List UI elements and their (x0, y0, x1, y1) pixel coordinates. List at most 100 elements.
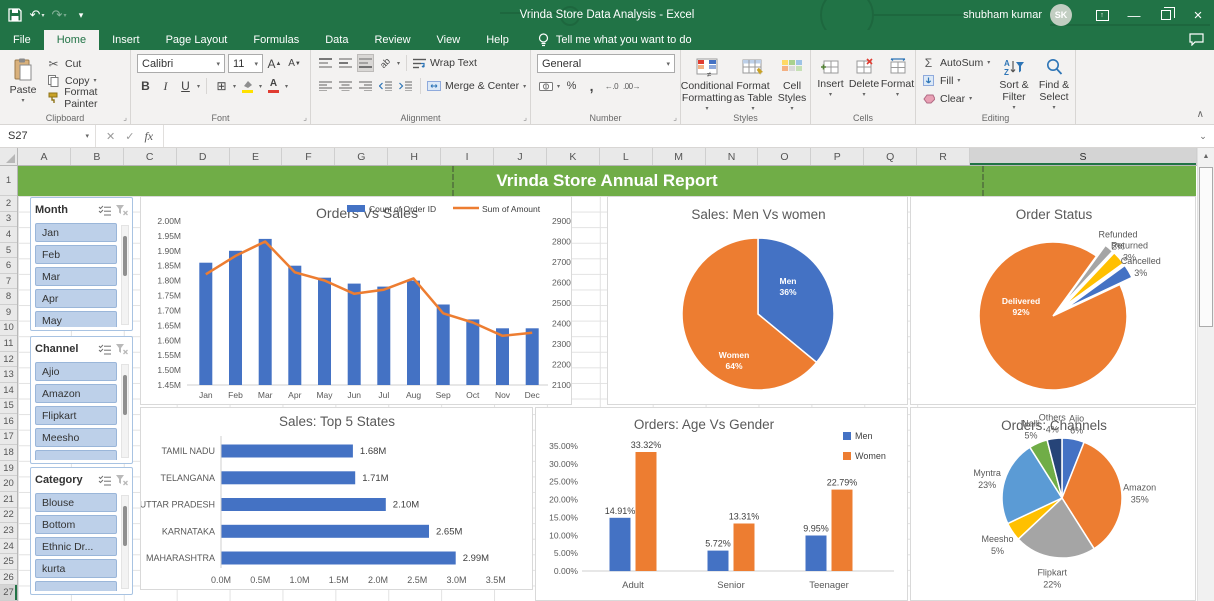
row-header[interactable]: 26 (0, 570, 17, 586)
cancel-formula-icon[interactable]: ✕ (106, 130, 115, 143)
clipboard-dialog-launcher-icon[interactable]: ⌟ (123, 113, 127, 122)
row-header[interactable]: 4 (0, 227, 17, 243)
user-name[interactable]: shubham kumar (963, 9, 1042, 21)
slicer-item[interactable]: Feb (35, 245, 117, 264)
decrease-indent-icon[interactable] (377, 77, 394, 95)
sort-filter-button[interactable]: AZ Sort & Filter▾ (994, 53, 1034, 112)
slicer-item[interactable]: Apr (35, 289, 117, 308)
slicer-item[interactable] (35, 581, 117, 591)
ribbon-tab[interactable]: Help (473, 30, 522, 50)
ribbon-tab[interactable]: Insert (99, 30, 153, 50)
row-header[interactable]: 25 (0, 554, 17, 570)
column-header[interactable]: G (335, 148, 388, 165)
multi-select-icon[interactable] (98, 475, 112, 486)
cut-button[interactable]: ✂Cut (46, 55, 130, 72)
row-header[interactable]: 20 (0, 476, 17, 492)
slicer-item[interactable]: Flipkart (35, 406, 117, 425)
row-header[interactable]: 8 (0, 289, 17, 305)
orientation-icon[interactable]: ab (377, 54, 394, 72)
column-header[interactable]: J (494, 148, 547, 165)
row-header[interactable]: 15 (0, 399, 17, 415)
undo-icon[interactable]: ↶▾ (28, 4, 46, 26)
ribbon-tab[interactable]: View (424, 30, 474, 50)
formula-input[interactable] (164, 125, 1192, 147)
minimize-icon[interactable]: — (1118, 0, 1150, 30)
clear-filter-icon[interactable] (115, 343, 128, 355)
number-dialog-launcher-icon[interactable]: ⌟ (673, 113, 677, 122)
insert-function-icon[interactable]: fx (144, 129, 153, 144)
paste-button[interactable]: Paste ▾ (4, 53, 42, 105)
column-header[interactable]: Q (864, 148, 917, 165)
accounting-format-icon[interactable] (537, 77, 554, 95)
format-cells-button[interactable]: Format▾ (881, 53, 914, 99)
decrease-font-icon[interactable]: A▼ (286, 55, 303, 73)
column-header[interactable]: D (177, 148, 230, 165)
row-header[interactable]: 23 (0, 523, 17, 539)
row-header[interactable]: 16 (0, 414, 17, 430)
chart-order-status[interactable]: Order StatusRefunded2%Returned3%Cancelle… (910, 196, 1196, 405)
alignment-dialog-launcher-icon[interactable]: ⌟ (523, 113, 527, 122)
row-header[interactable]: 2 (0, 196, 17, 212)
font-name-combo[interactable]: Calibri▾ (137, 54, 225, 73)
clear-filter-icon[interactable] (115, 474, 128, 486)
slicer-category[interactable]: Category BlouseBottomEthnic Dr...kurta (30, 467, 133, 595)
scroll-thumb[interactable] (1199, 167, 1213, 327)
slicer-item[interactable]: Jan (35, 223, 117, 242)
row-header[interactable]: 27 (0, 585, 17, 601)
column-header[interactable]: L (600, 148, 653, 165)
wrap-text-button[interactable]: Wrap Text (413, 55, 477, 72)
align-center-icon[interactable] (337, 77, 354, 95)
ribbon-tab[interactable]: File (0, 30, 44, 50)
expand-formula-bar-icon[interactable]: ⌄ (1192, 125, 1214, 147)
clear-button[interactable]: Clear▾ (921, 90, 990, 107)
row-header[interactable]: 6 (0, 258, 17, 274)
font-dialog-launcher-icon[interactable]: ⌟ (303, 113, 307, 122)
row-header[interactable]: 9 (0, 305, 17, 321)
font-color-icon[interactable]: A (265, 77, 282, 95)
chart-orders-channels[interactable]: Orders: ChannelsAjio6%Amazon35%Flipkart2… (910, 407, 1196, 601)
ribbon-tab[interactable]: Page Layout (153, 30, 241, 50)
column-header[interactable]: O (758, 148, 811, 165)
row-header[interactable]: 18 (0, 445, 17, 461)
column-header[interactable]: C (124, 148, 177, 165)
find-select-button[interactable]: Find & Select▾ (1034, 53, 1074, 112)
slicer-month[interactable]: Month JanFebMarAprMay (30, 197, 133, 331)
format-as-table-button[interactable]: Format as Table▾ (731, 53, 775, 113)
row-header[interactable]: 24 (0, 539, 17, 555)
dashboard-title-cell[interactable]: Vrinda Store Annual Report (18, 166, 1196, 196)
column-header[interactable]: E (230, 148, 283, 165)
chart-sales-top-5-states[interactable]: Sales: Top 5 StatesTAMIL NADU1.68MTELANG… (140, 407, 533, 590)
column-header[interactable]: A (18, 148, 71, 165)
select-all-corner[interactable] (0, 148, 18, 166)
row-header[interactable]: 3 (0, 212, 17, 228)
align-middle-icon[interactable] (337, 54, 354, 72)
multi-select-icon[interactable] (98, 344, 112, 355)
borders-icon[interactable]: ⊞ (213, 77, 230, 95)
conditional-formatting-button[interactable]: ≠ Conditional Formatting▾ (683, 53, 731, 113)
delete-cells-button[interactable]: Delete▾ (847, 53, 881, 99)
ribbon-tab[interactable]: Home (44, 30, 99, 50)
column-header[interactable]: M (653, 148, 706, 165)
underline-button[interactable]: U (177, 77, 194, 95)
slicer-item[interactable]: Amazon (35, 384, 117, 403)
italic-button[interactable]: I (157, 77, 174, 95)
increase-font-icon[interactable]: A▲ (266, 55, 283, 73)
column-header[interactable]: N (706, 148, 759, 165)
clear-filter-icon[interactable] (115, 204, 128, 216)
bold-button[interactable]: B (137, 77, 154, 95)
slicer-item[interactable]: Ethnic Dr... (35, 537, 117, 556)
row-header[interactable]: 22 (0, 508, 17, 524)
fill-color-icon[interactable] (239, 77, 256, 95)
slicer-item[interactable]: kurta (35, 559, 117, 578)
row-header[interactable]: 11 (0, 336, 17, 352)
merge-center-button[interactable]: Merge & Center▾ (427, 78, 526, 95)
column-header[interactable]: S (970, 148, 1197, 165)
row-header[interactable]: 19 (0, 461, 17, 477)
row-header[interactable]: 10 (0, 321, 17, 337)
slicer-item[interactable]: May (35, 311, 117, 327)
increase-decimal-icon[interactable]: ←.0 (603, 77, 620, 95)
close-icon[interactable]: × (1182, 0, 1214, 30)
number-format-combo[interactable]: General▾ (537, 54, 675, 73)
multi-select-icon[interactable] (98, 205, 112, 216)
avatar[interactable]: SK (1050, 4, 1072, 26)
